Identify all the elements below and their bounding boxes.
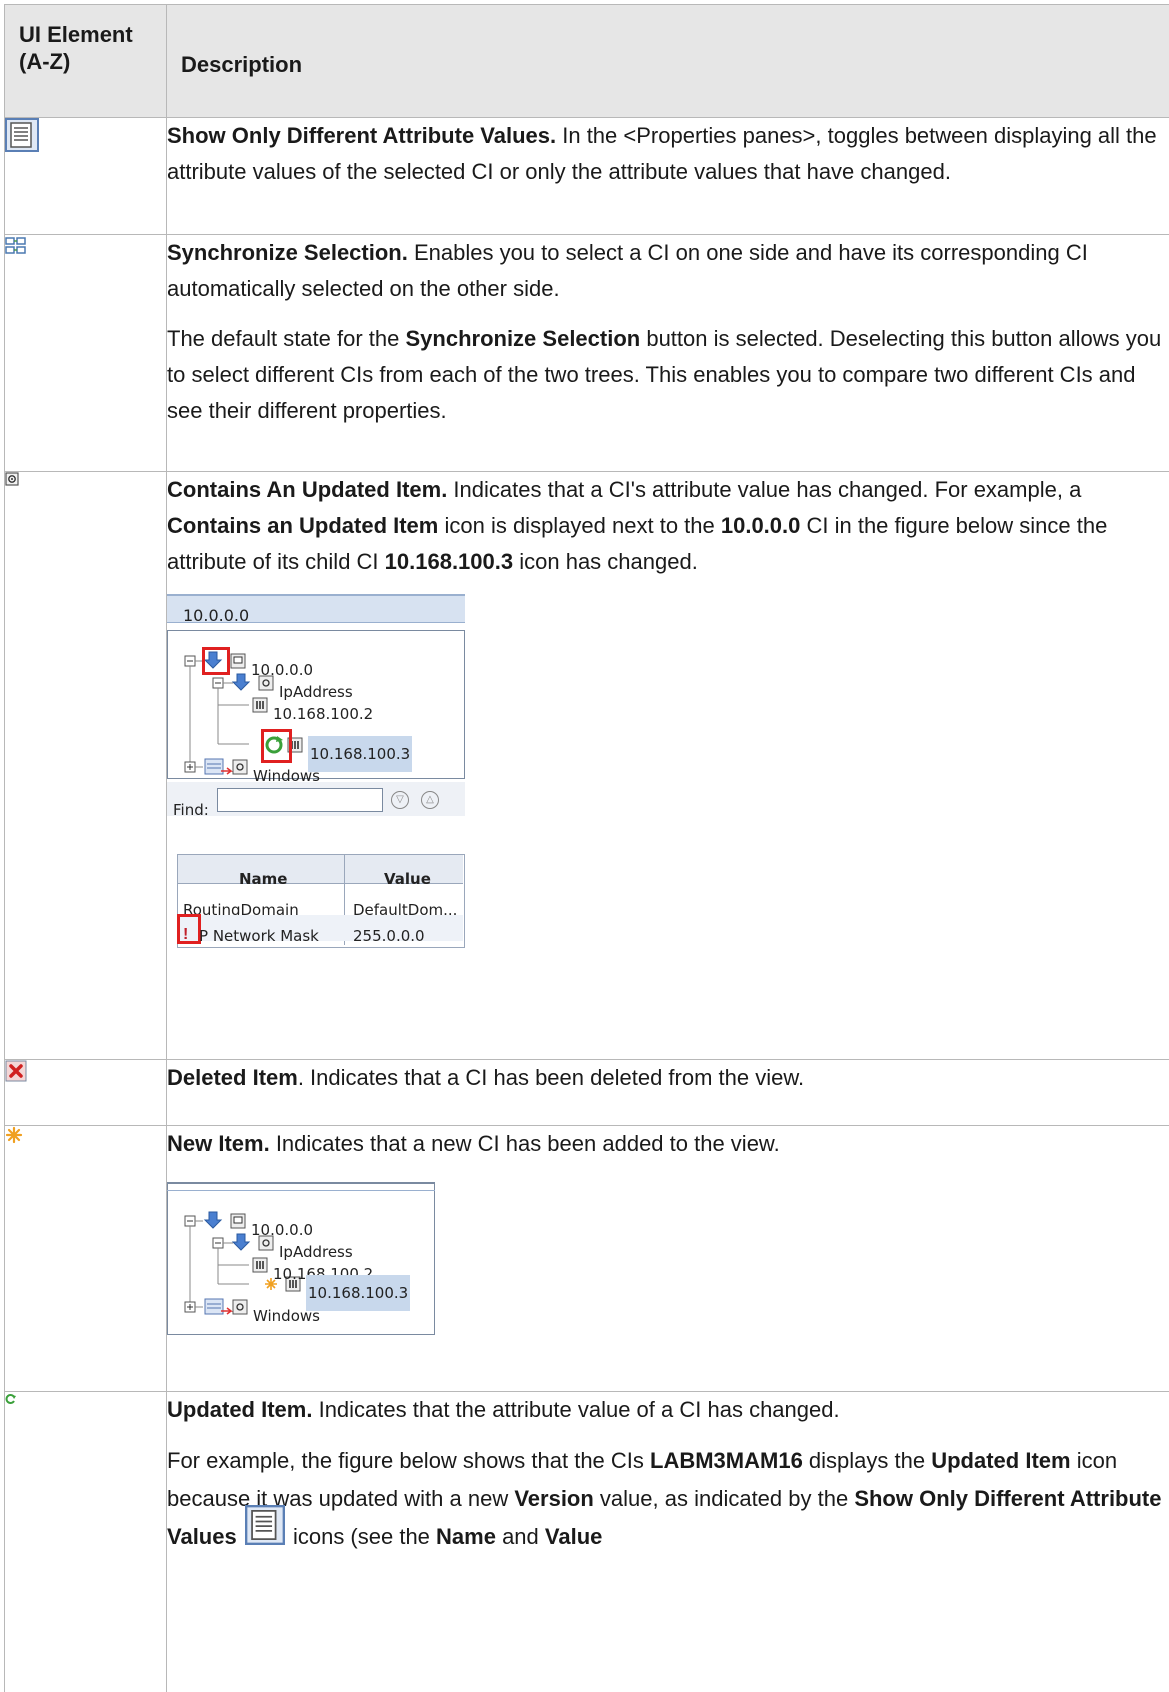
deleted-item-icon	[5, 1060, 27, 1087]
find-next-icon[interactable]: ▽	[391, 791, 409, 809]
tree-node-selected[interactable]: 10.168.100.3	[308, 736, 412, 772]
new-item-icon	[5, 1126, 23, 1149]
contains-updated-item-figure: 10.0.0.0	[167, 594, 467, 984]
show-only-different-attribute-values-icon	[5, 118, 39, 157]
find-input[interactable]	[217, 788, 383, 812]
find-previous-icon[interactable]: △	[421, 791, 439, 809]
table-header-row: UI Element(A-Z) Description	[5, 5, 1169, 118]
property-value: 255.0.0.0	[353, 918, 425, 954]
property-name: P Network Mask	[199, 918, 319, 954]
highlight-box	[202, 647, 230, 675]
row-description: Contains An Updated Item. Indicates that…	[167, 472, 1169, 580]
find-label: Find:	[173, 792, 209, 828]
row-description: Deleted Item. Indicates that a CI has be…	[167, 1060, 1169, 1096]
updated-item-icon	[5, 1392, 17, 1410]
table-row: Synchronize Selection. Enables you to se…	[5, 235, 1169, 472]
changed-attribute-icon: !	[183, 917, 188, 953]
row-description: Show Only Different Attribute Values. In…	[167, 118, 1169, 190]
header-description: Description	[167, 5, 1169, 118]
table-row: Updated Item. Indicates that the attribu…	[5, 1392, 1169, 1692]
row-description: New Item. Indicates that a new CI has be…	[167, 1126, 1169, 1162]
contains-updated-item-icon	[5, 472, 19, 491]
synchronize-selection-icon	[5, 235, 27, 260]
new-item-figure: 10.0.0.0 IpAddress 10.168.100.2 10.168.1…	[167, 1176, 437, 1336]
table-row: Contains An Updated Item. Indicates that…	[5, 472, 1169, 1060]
tree-node[interactable]: Windows	[253, 1298, 320, 1334]
row-description: Updated Item. Indicates that the attribu…	[167, 1392, 1169, 1428]
row-description-detail: The default state for the Synchronize Se…	[167, 321, 1169, 429]
show-only-different-attribute-values-icon	[245, 1505, 285, 1557]
table-row: New Item. Indicates that a new CI has be…	[5, 1126, 1169, 1392]
row-description-detail: For example, the figure below shows that…	[167, 1442, 1169, 1557]
tree-node[interactable]: 10.168.100.2	[273, 696, 373, 732]
row-description: Synchronize Selection. Enables you to se…	[167, 235, 1169, 307]
table-row: Deleted Item. Indicates that a CI has be…	[5, 1060, 1169, 1126]
header-ui-element: UI Element(A-Z)	[5, 5, 167, 118]
tree-node-selected[interactable]: 10.168.100.3	[306, 1275, 410, 1311]
highlight-box	[177, 914, 201, 944]
table-row: Show Only Different Attribute Values. In…	[5, 118, 1169, 235]
ui-element-table: UI Element(A-Z) Description Show Only Di…	[4, 4, 1169, 1692]
